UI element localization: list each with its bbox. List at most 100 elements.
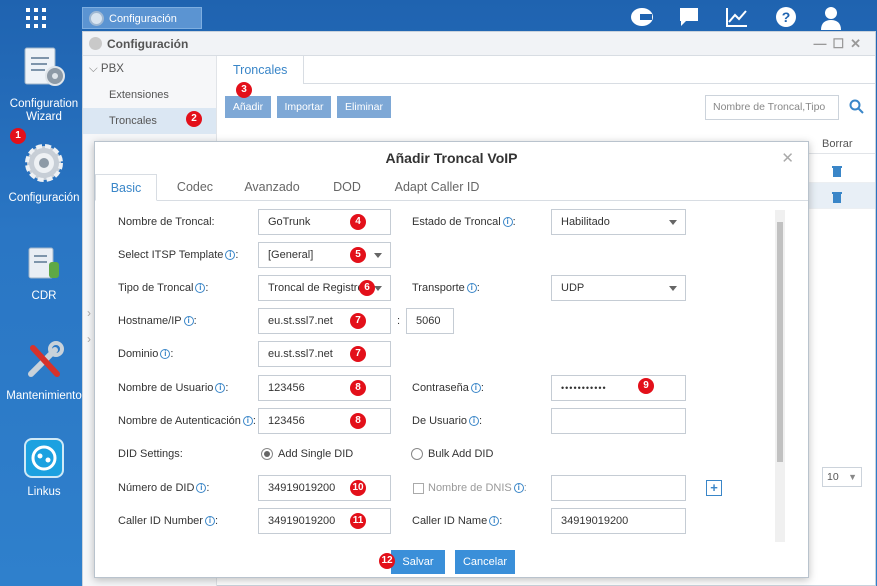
search-icon[interactable] — [849, 99, 864, 117]
search-input[interactable]: Nombre de Troncal,Tipo — [705, 95, 839, 120]
desktop-icon-mantenimiento[interactable]: Mantenimiento — [2, 340, 86, 403]
info-icon[interactable]: i — [204, 516, 215, 526]
username-label: Nombre de Usuario i: — [118, 382, 229, 394]
domain-label: Dominio i: — [118, 348, 174, 360]
password-label: Contraseña i: — [412, 382, 484, 394]
taskbar-gear-icon — [89, 11, 104, 26]
cancel-button[interactable]: Cancelar — [455, 550, 515, 574]
nav-collapsed-arrow[interactable]: › — [87, 306, 91, 320]
tab-codec[interactable]: Codec — [165, 174, 225, 201]
app-grid-icon[interactable] — [26, 8, 46, 28]
tab-troncales[interactable]: Troncales — [217, 56, 305, 84]
add-trunk-button[interactable]: Añadir — [225, 96, 271, 118]
nav-collapsed-arrow[interactable]: › — [87, 332, 91, 346]
tab-avanzado[interactable]: Avanzado — [237, 174, 307, 201]
from-user-input[interactable] — [551, 408, 686, 434]
info-icon[interactable]: i — [225, 250, 236, 260]
info-icon[interactable]: i — [470, 383, 481, 393]
nav-section-pbx[interactable]: ⌵ PBX — [83, 56, 216, 82]
info-icon[interactable]: i — [513, 483, 524, 493]
content-tabbar: Troncales — [217, 56, 875, 84]
delete-button[interactable]: Eliminar — [337, 96, 391, 118]
transport-select[interactable]: UDP — [551, 275, 686, 301]
chevron-down-icon — [374, 286, 382, 291]
domain-input[interactable]: eu.st.ssl7.net — [258, 341, 391, 367]
chevron-down-icon: ▼ — [848, 472, 857, 482]
caller-id-name-label: Caller ID Name i: — [412, 515, 503, 527]
dnis-name-input[interactable] — [551, 475, 686, 501]
auth-name-label: Nombre de Autenticación i: — [118, 415, 256, 427]
info-icon[interactable]: i — [183, 316, 194, 326]
trunk-status-select[interactable]: Habilitado — [551, 209, 686, 235]
chevron-down-icon — [669, 286, 677, 291]
linkus-icon — [2, 438, 86, 482]
annotation-badge-5: 5 — [350, 247, 366, 263]
bulk-add-did-radio[interactable] — [411, 448, 423, 460]
from-user-label: De Usuario i: — [412, 415, 483, 427]
chevron-down-icon: ⌵ — [89, 63, 101, 75]
gear-icon — [2, 142, 86, 188]
wizard-label: Configuration Wizard — [9, 98, 79, 123]
info-icon[interactable]: i — [215, 383, 226, 393]
wizard-icon — [2, 46, 86, 94]
tab-dod[interactable]: DOD — [325, 174, 369, 201]
add-did-plus-icon[interactable]: + — [706, 480, 722, 496]
info-icon[interactable]: i — [195, 283, 206, 293]
trash-icon[interactable] — [831, 164, 843, 180]
linkus-label: Linkus — [27, 486, 61, 498]
config-label: Configuración — [8, 192, 80, 204]
window-titlebar: Configuración —☐✕ — [83, 32, 875, 56]
info-icon[interactable]: i — [196, 483, 207, 493]
caller-id-name-input[interactable]: 34919019200 — [551, 508, 686, 534]
chart-icon[interactable] — [725, 6, 749, 31]
window-controls[interactable]: —☐✕ — [813, 32, 867, 56]
chat-settings-icon[interactable] — [630, 6, 656, 31]
trunk-name-label: Nombre de Troncal: — [118, 216, 215, 228]
info-icon[interactable]: i — [469, 416, 480, 426]
itsp-template-select[interactable]: [General] — [258, 242, 391, 268]
port-input[interactable]: 5060 — [406, 308, 454, 334]
cdr-icon — [2, 246, 86, 286]
desktop-icon-linkus[interactable]: Linkus — [2, 438, 86, 499]
cdr-label: CDR — [31, 290, 57, 302]
did-number-input[interactable]: 34919019200 — [258, 475, 391, 501]
trunk-status-label: Estado de Troncal i: — [412, 216, 516, 228]
dnis-name-label: Nombre de DNIS i: — [428, 482, 527, 494]
user-icon[interactable] — [820, 6, 842, 33]
close-icon[interactable]: ✕ — [781, 149, 794, 167]
desktop-icon-cdr[interactable]: CDR — [2, 246, 86, 303]
trunk-type-label: Tipo de Troncal i: — [118, 282, 209, 294]
save-button[interactable]: Salvar — [391, 550, 445, 574]
desktop-icon-configuracion[interactable]: Configuración — [2, 142, 86, 205]
desktop-icon-configuration-wizard[interactable]: Configuration Wizard — [2, 46, 86, 124]
dialog-title: Añadir Troncal VoIP — [385, 150, 518, 166]
info-icon[interactable]: i — [466, 283, 477, 293]
taskbar-configuracion[interactable]: Configuración — [82, 7, 202, 29]
annotation-badge-7b: 7 — [350, 346, 366, 362]
add-single-did-radio[interactable] — [261, 448, 273, 460]
username-input[interactable]: 123456 — [258, 375, 391, 401]
maint-label: Mantenimiento — [6, 390, 82, 402]
tab-basic[interactable]: Basic — [95, 174, 157, 201]
trunk-name-input[interactable]: GoTrunk — [258, 209, 391, 235]
help-icon[interactable]: ? — [775, 6, 797, 31]
message-icon[interactable] — [678, 6, 700, 31]
info-icon[interactable]: i — [160, 349, 171, 359]
hostname-input[interactable]: eu.st.ssl7.net — [258, 308, 391, 334]
page-size-select[interactable]: 10 ▼ — [822, 467, 862, 487]
tab-adapt-caller-id[interactable]: Adapt Caller ID — [387, 174, 487, 201]
caller-id-number-input[interactable]: 34919019200 — [258, 508, 391, 534]
dialog-scroll-thumb[interactable] — [777, 222, 783, 462]
info-icon[interactable]: i — [502, 217, 513, 227]
svg-text:?: ? — [782, 9, 791, 25]
info-icon[interactable]: i — [242, 416, 253, 426]
password-input[interactable]: ••••••••••• — [551, 375, 686, 401]
chevron-down-icon — [669, 220, 677, 225]
nav-item-extensiones[interactable]: Extensiones — [83, 82, 216, 108]
info-icon[interactable]: i — [489, 516, 500, 526]
import-button[interactable]: Importar — [277, 96, 331, 118]
trash-icon[interactable] — [831, 190, 843, 206]
add-voip-trunk-dialog: Añadir Troncal VoIP ✕ Basic Codec Avanza… — [94, 141, 809, 578]
auth-name-input[interactable]: 123456 — [258, 408, 391, 434]
dnis-name-checkbox[interactable] — [413, 483, 424, 494]
